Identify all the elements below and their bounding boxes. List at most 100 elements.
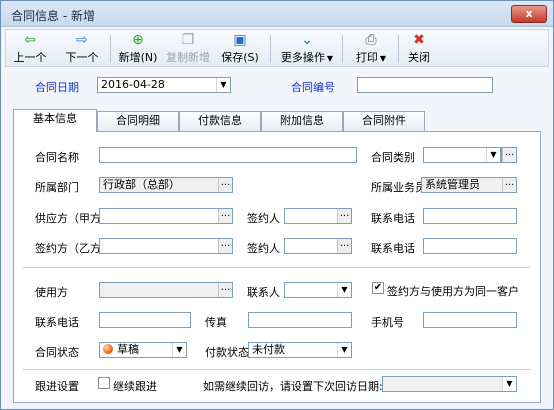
chevron-down-icon: ▼ [326, 54, 334, 63]
salesman-field[interactable]: 系统管理员 ... [421, 177, 517, 193]
supplier-field[interactable]: ... [99, 208, 233, 224]
save-label: 保存(S) [221, 51, 259, 64]
dept-label: 所属部门 [35, 181, 79, 194]
contract-number-label: 合同编号 [291, 81, 335, 94]
follow-checkbox-label: 继续跟进 [113, 380, 157, 393]
chevron-down-icon[interactable]: ▼ [337, 283, 351, 297]
follow-checkbox[interactable] [98, 377, 110, 389]
contact-label: 联系人 [247, 286, 280, 299]
window-title: 合同信息 - 新增 [11, 9, 95, 23]
dept-field[interactable]: 行政部（总部） ... [99, 177, 233, 193]
toolbar-separator [398, 35, 399, 63]
follow-label: 跟进设置 [35, 380, 79, 393]
window-close-button[interactable]: x [511, 5, 547, 23]
signer1-field[interactable]: ... [284, 208, 352, 224]
chevron-down-icon[interactable]: ▼ [486, 148, 500, 162]
phone1-label: 联系电话 [371, 212, 415, 225]
phone2-label: 联系电话 [371, 242, 415, 255]
ellipsis-icon[interactable]: ... [337, 239, 351, 253]
ellipsis-icon[interactable]: ... [218, 239, 232, 253]
title-bar: 合同信息 - 新增 x [1, 1, 553, 27]
status-value: 草稿 [117, 343, 139, 356]
next-button[interactable]: ⇨ 下一个 [64, 32, 100, 66]
contract-number-field[interactable] [357, 77, 493, 93]
next-visit-label: 如需继续回访，请设置下次回访日期: [203, 380, 383, 393]
signer2-field[interactable]: ... [284, 238, 352, 254]
print-label: 打印 [355, 51, 378, 64]
prev-button[interactable]: ⇦ 上一个 [12, 32, 48, 66]
more-actions-label: 更多操作 [280, 51, 325, 64]
copy-add-button[interactable]: ❐ 复制新增 [166, 32, 210, 66]
pay-status-select[interactable]: 未付款 ▼ [248, 342, 352, 358]
chevron-down-icon[interactable]: ▼ [337, 343, 351, 357]
chevron-down-icon[interactable]: ▼ [172, 343, 186, 357]
user-label: 使用方 [35, 286, 68, 299]
ellipsis-icon[interactable]: ... [218, 178, 232, 192]
toolbar: ⇦ 上一个 ⇨ 下一个 ⊕ 新增(N) ❐ 复制新增 ▣ 保存(S) ⌄ 更多操… [5, 29, 549, 67]
date-dropdown-icon[interactable]: ▼ [216, 78, 230, 92]
ellipsis-icon[interactable]: ... [218, 209, 232, 223]
save-button[interactable]: ▣ 保存(S) [220, 32, 260, 66]
close-icon: ✖ [413, 32, 425, 48]
phone2-input[interactable] [423, 238, 517, 254]
user-field[interactable]: ... [99, 282, 233, 298]
contract-date-label: 合同日期 [35, 81, 79, 94]
ellipsis-icon[interactable]: ... [218, 283, 232, 297]
status-select[interactable]: 草稿 ▼ [99, 342, 187, 358]
next-visit-date-field[interactable]: ▼ [382, 376, 517, 392]
contact-field[interactable]: ▼ [284, 282, 352, 298]
chevron-down-icon[interactable]: ▼ [502, 377, 516, 391]
add-label: 新增(N) [118, 51, 158, 64]
phone3-label: 联系电话 [35, 316, 79, 329]
print-button[interactable]: ⎙ 打印 ▼ [350, 32, 392, 66]
ellipsis-icon[interactable]: ... [337, 209, 351, 223]
fax-input[interactable] [248, 312, 352, 328]
printer-icon: ⎙ [365, 32, 377, 48]
contract-date-value: 2016-04-28 [101, 78, 165, 91]
mobile-input[interactable] [423, 312, 517, 328]
partyb-field[interactable]: ... [99, 238, 233, 254]
toolbar-separator [110, 35, 111, 63]
copy-add-label: 复制新增 [166, 51, 210, 64]
add-button[interactable]: ⊕ 新增(N) [118, 32, 158, 66]
contract-name-input[interactable] [99, 147, 357, 163]
plus-circle-icon: ⊕ [132, 32, 144, 48]
toolbar-separator [342, 35, 343, 63]
right-arrow-icon: ⇨ [76, 32, 88, 48]
phone1-input[interactable] [423, 208, 517, 224]
next-label: 下一个 [65, 51, 99, 64]
chevron-down-icon: ▼ [379, 54, 387, 63]
contract-type-select[interactable]: ▼ [423, 147, 501, 163]
close-button[interactable]: ✖ 关闭 [404, 32, 434, 66]
close-label: 关闭 [408, 51, 430, 64]
ellipsis-icon: ... [502, 148, 516, 162]
same-customer-checkbox[interactable]: ✔ [372, 282, 384, 294]
contract-window: 合同信息 - 新增 x ⇦ 上一个 ⇨ 下一个 ⊕ 新增(N) ❐ 复制新增 ▣… [0, 0, 554, 410]
left-arrow-icon: ⇦ [24, 32, 36, 48]
section-divider [23, 267, 531, 268]
toolbar-separator [270, 35, 271, 63]
pay-status-value: 未付款 [252, 343, 285, 356]
contract-type-browse-button[interactable]: ... [501, 147, 517, 163]
more-actions-button[interactable]: ⌄ 更多操作 ▼ [276, 32, 338, 66]
phone3-input[interactable] [99, 312, 191, 328]
tab-additional-info[interactable]: 附加信息 [261, 111, 343, 131]
tab-contract-details[interactable]: 合同明细 [97, 111, 179, 131]
salesman-value: 系统管理员 [425, 178, 480, 191]
dept-value: 行政部（总部） [103, 178, 180, 191]
same-customer-label: 签约方与使用方为同一客户 [387, 285, 519, 298]
status-label: 合同状态 [35, 346, 79, 359]
contract-date-field[interactable]: 2016-04-28 ▼ [97, 77, 231, 93]
status-dot-icon [103, 344, 113, 354]
section-divider [23, 369, 531, 370]
signer2-label: 签约人 [247, 242, 280, 255]
contract-type-label: 合同类别 [371, 151, 415, 164]
tab-payment-info[interactable]: 付款信息 [179, 111, 261, 131]
salesman-label: 所属业务员 [371, 181, 426, 194]
ellipsis-icon[interactable]: ... [502, 178, 516, 192]
save-icon: ▣ [233, 32, 247, 48]
tab-attachments[interactable]: 合同附件 [343, 111, 425, 131]
signer1-label: 签约人 [247, 212, 280, 225]
tab-basic-info[interactable]: 基本信息 [13, 109, 97, 132]
prev-label: 上一个 [13, 51, 47, 64]
